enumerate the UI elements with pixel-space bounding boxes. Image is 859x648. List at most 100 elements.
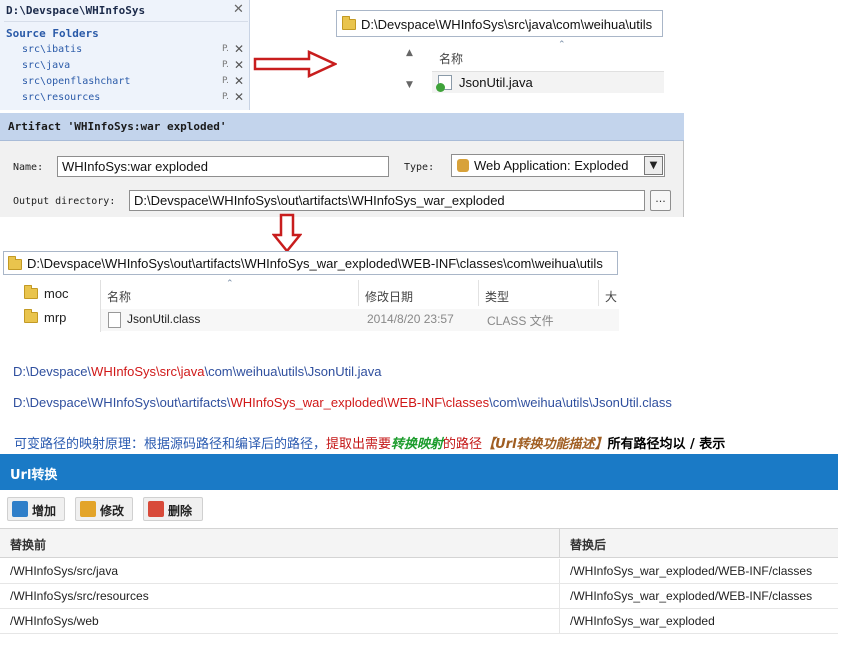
web-app-icon bbox=[457, 159, 469, 172]
column-divider bbox=[559, 559, 560, 583]
module-root-path: D:\Devspace\WHInfoSys bbox=[6, 4, 146, 17]
cell-before: /WHInfoSys/web bbox=[10, 614, 99, 628]
remove-folder-icon[interactable]: ✕ bbox=[234, 90, 244, 104]
artifact-type-value: Web Application: Exploded bbox=[474, 158, 629, 173]
compiled-path-line: D:\Devspace\WHInfoSys\out\artifacts\WHIn… bbox=[13, 395, 672, 410]
source-folder-item[interactable]: src\resources P. ✕ bbox=[0, 90, 250, 107]
address-path: D:\Devspace\WHInfoSys\out\artifacts\WHIn… bbox=[27, 256, 603, 271]
column-header-name[interactable]: 名称 bbox=[439, 50, 463, 67]
address-bar-java[interactable]: D:\Devspace\WHInfoSys\src\java\com\weihu… bbox=[336, 10, 663, 37]
source-folders-title: Source Folders bbox=[6, 27, 99, 40]
column-header-modified[interactable]: 修改日期 bbox=[359, 280, 479, 306]
edit-button-label: 修改 bbox=[100, 504, 125, 518]
source-folder-item[interactable]: src\openflashchart P. ✕ bbox=[0, 74, 250, 91]
column-header-name[interactable]: 名称 bbox=[101, 280, 359, 306]
column-divider bbox=[559, 609, 560, 633]
artifact-title: Artifact 'WHInfoSys:war exploded' bbox=[8, 120, 227, 133]
package-prefix-icon[interactable]: P. bbox=[222, 92, 229, 102]
type-label: Type: bbox=[404, 162, 435, 173]
scroll-down-icon[interactable]: ▼ bbox=[406, 80, 413, 90]
file-row[interactable]: JsonUtil.class 2014/8/20 23:57 CLASS 文件 bbox=[101, 309, 619, 331]
principle-text: 的路径 bbox=[443, 437, 483, 452]
address-bar-out[interactable]: D:\Devspace\WHInfoSys\out\artifacts\WHIn… bbox=[3, 251, 618, 275]
file-modified: 2014/8/20 23:57 bbox=[367, 312, 454, 326]
artifact-type-select[interactable]: Web Application: Exploded ▼ bbox=[451, 154, 665, 177]
cell-before: /WHInfoSys/src/java bbox=[10, 564, 119, 578]
package-prefix-icon[interactable]: P. bbox=[222, 76, 229, 86]
artifact-name-input[interactable]: WHInfoSys:war exploded bbox=[57, 156, 389, 177]
class-file-icon bbox=[108, 312, 121, 328]
address-path: D:\Devspace\WHInfoSys\src\java\com\weihu… bbox=[361, 17, 653, 32]
package-prefix-icon[interactable]: P. bbox=[222, 44, 229, 54]
output-directory-label: Output directory: bbox=[13, 196, 116, 207]
mapping-principle-text: 可变路径的映射原理：根据源码路径和编译后的路径，提取出需要转换映射的路径【Url… bbox=[14, 433, 725, 452]
table-row[interactable]: /WHInfoSys/web /WHInfoSys_war_exploded bbox=[0, 609, 838, 634]
artifact-dialog: Artifact 'WHInfoSys:war exploded' Name: … bbox=[0, 113, 684, 217]
chevron-down-icon[interactable]: ▼ bbox=[644, 156, 663, 175]
source-folder-label: src\resources bbox=[22, 92, 101, 103]
file-name: JsonUtil.class bbox=[127, 312, 201, 326]
add-button[interactable]: 增加 bbox=[7, 497, 65, 521]
artifact-title-bar: Artifact 'WHInfoSys:war exploded' bbox=[0, 113, 684, 141]
arrow-down-icon bbox=[272, 213, 302, 253]
folder-icon bbox=[24, 309, 38, 323]
file-row[interactable]: JsonUtil.java bbox=[432, 71, 664, 93]
tree-item[interactable]: moc bbox=[24, 284, 72, 302]
folder-icon bbox=[342, 16, 356, 30]
cell-before: /WHInfoSys/src/resources bbox=[10, 589, 149, 603]
cell-after: /WHInfoSys_war_exploded/WEB-INF/classes bbox=[570, 564, 813, 578]
file-list-out: ⌃ 名称 修改日期 类型 大 JsonUtil.class 2014/8/20 … bbox=[100, 279, 619, 332]
url-conversion-panel: Url转换 增加 修改 删除 替换前 替换后 /WHInfoSys/src/ja… bbox=[0, 454, 838, 648]
name-label: Name: bbox=[13, 162, 44, 173]
principle-highlight: 【Url转换功能描述】 bbox=[482, 437, 608, 452]
delete-button[interactable]: 删除 bbox=[143, 497, 203, 521]
add-button-label: 增加 bbox=[32, 504, 57, 518]
output-directory-input[interactable]: D:\Devspace\WHInfoSys\out\artifacts\WHIn… bbox=[129, 190, 645, 211]
edit-button[interactable]: 修改 bbox=[75, 497, 133, 521]
source-folder-label: src\java bbox=[22, 60, 71, 71]
table-row[interactable]: /WHInfoSys/src/resources /WHInfoSys_war_… bbox=[0, 584, 838, 609]
column-divider bbox=[559, 584, 560, 608]
sort-ascending-icon: ⌃ bbox=[558, 40, 566, 50]
tree-item-label: moc bbox=[44, 286, 69, 301]
folder-icon bbox=[8, 256, 22, 270]
column-header-size[interactable]: 大 bbox=[599, 280, 619, 306]
path-segment: \com\weihua\utils\JsonUtil.class bbox=[489, 395, 672, 410]
delete-button-label: 删除 bbox=[168, 504, 193, 518]
panel-title: Url转换 bbox=[10, 468, 58, 483]
source-folders-panel: D:\Devspace\WHInfoSys ✕ Source Folders s… bbox=[0, 0, 250, 110]
add-icon bbox=[12, 501, 28, 517]
table-row[interactable]: /WHInfoSys/src/java /WHInfoSys_war_explo… bbox=[0, 559, 838, 584]
source-folder-item[interactable]: src\ibatis P. ✕ bbox=[0, 42, 250, 59]
panel-header: Url转换 bbox=[0, 454, 838, 490]
path-segment: D:\Devspace\ bbox=[13, 364, 92, 379]
browse-button[interactable]: ... bbox=[650, 190, 671, 211]
principle-text: 可变路径的映射原理：根据源码路径和编译后的路径， bbox=[14, 437, 327, 452]
tree-item-label: mrp bbox=[44, 310, 67, 325]
principle-text: 提取出需要 bbox=[326, 437, 392, 452]
column-header-before[interactable]: 替换前 bbox=[10, 536, 46, 553]
principle-text: 所有路径均以 / 表示 bbox=[607, 437, 726, 452]
column-divider bbox=[559, 529, 560, 558]
path-segment: \com\weihua\utils\JsonUtil.java bbox=[204, 364, 382, 379]
close-icon[interactable]: ✕ bbox=[233, 2, 244, 17]
remove-folder-icon[interactable]: ✕ bbox=[234, 58, 244, 72]
file-name: JsonUtil.java bbox=[459, 75, 533, 90]
delete-icon bbox=[148, 501, 164, 517]
package-prefix-icon[interactable]: P. bbox=[222, 60, 229, 70]
arrow-right-icon bbox=[253, 50, 337, 78]
column-header-after[interactable]: 替换后 bbox=[570, 536, 606, 553]
remove-folder-icon[interactable]: ✕ bbox=[234, 42, 244, 56]
grid-header: 替换前 替换后 bbox=[0, 528, 838, 558]
source-folder-item[interactable]: src\java P. ✕ bbox=[0, 58, 250, 75]
source-path-line: D:\Devspace\WHInfoSys\src\java\com\weihu… bbox=[13, 364, 382, 379]
source-folder-label: src\openflashchart bbox=[22, 76, 131, 87]
java-file-icon bbox=[436, 75, 452, 92]
column-header-type[interactable]: 类型 bbox=[479, 280, 599, 306]
path-segment-highlight: WHInfoSys_war_exploded\WEB-INF\classes bbox=[230, 395, 490, 410]
tree-item[interactable]: mrp bbox=[24, 308, 72, 326]
divider bbox=[4, 21, 248, 22]
scroll-up-icon[interactable]: ▲ bbox=[406, 48, 413, 58]
source-folder-label: src\ibatis bbox=[22, 44, 83, 55]
remove-folder-icon[interactable]: ✕ bbox=[234, 74, 244, 88]
